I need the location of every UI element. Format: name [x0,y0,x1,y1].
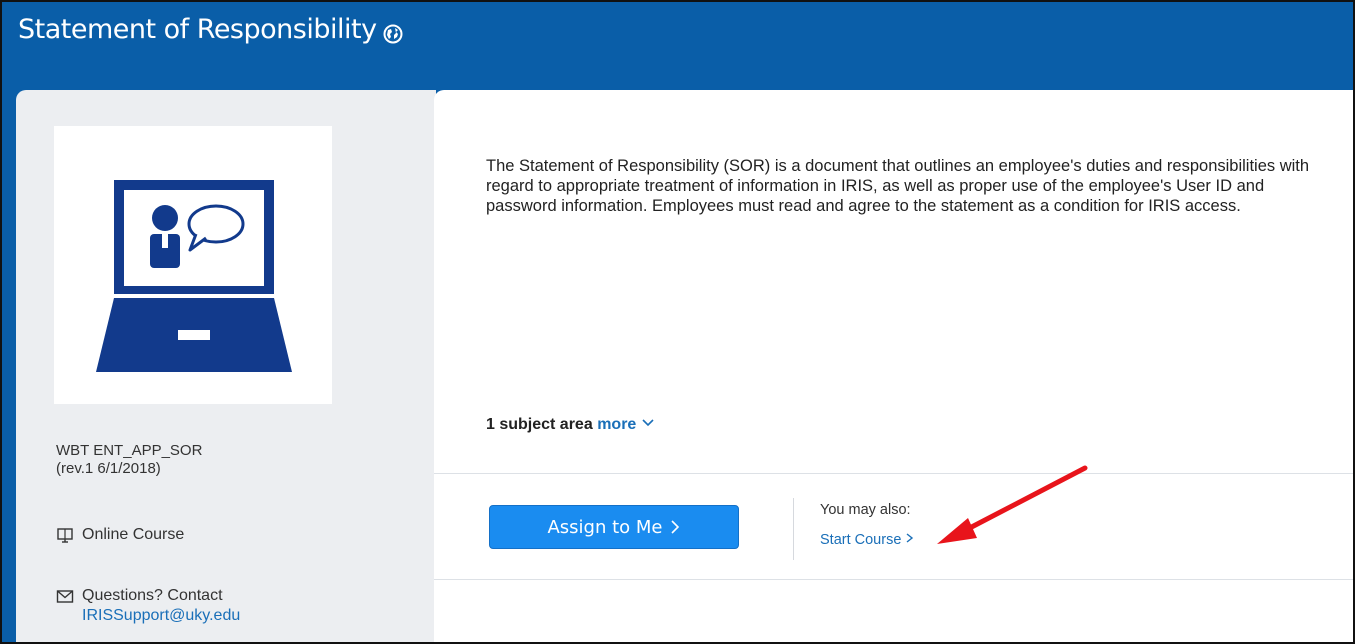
monitor-icon [56,527,74,545]
contact-label: Questions? Contact [82,587,223,604]
assign-to-me-button[interactable]: Assign to Me [489,505,739,549]
course-type-row: Online Course [56,526,184,545]
subject-area: 1 subject area more [486,416,655,434]
chevron-right-icon [907,533,914,543]
course-description: The Statement of Responsibility (SOR) is… [486,157,1310,215]
you-may-also-label: You may also: [820,502,911,518]
course-id-line1: WBT ENT_APP_SOR [56,442,203,459]
chevron-right-icon [670,520,679,534]
start-course-link[interactable]: Start Course [820,532,914,548]
contact-row: Questions? Contact IRISSupport@uky.edu [56,586,240,626]
laptop-chat-illustration [96,180,292,372]
divider [434,579,1353,580]
page-title-text: Statement of Responsibility [18,14,377,45]
more-link[interactable]: more [597,416,655,433]
globe-icon[interactable] [383,20,403,43]
chevron-down-icon [642,419,654,427]
course-id-line2: (rev.1 6/1/2018) [56,460,161,477]
page-frame: Statement of Responsibility WBT ENT_APP_… [0,0,1355,644]
assign-button-label: Assign to Me [547,516,663,538]
course-sidebar: WBT ENT_APP_SOR (rev.1 6/1/2018) Online … [16,90,436,642]
course-thumbnail [54,126,332,404]
course-type-label: Online Course [82,526,185,543]
start-course-label: Start Course [820,532,902,548]
more-label: more [597,416,637,433]
divider [434,473,1353,474]
page-header: Statement of Responsibility [2,2,1353,84]
course-id: WBT ENT_APP_SOR (rev.1 6/1/2018) [56,442,202,478]
vertical-divider [793,498,794,560]
course-details: The Statement of Responsibility (SOR) is… [434,90,1353,642]
envelope-icon [56,587,74,605]
contact-email-link[interactable]: IRISSupport@uky.edu [82,606,240,626]
page-title: Statement of Responsibility [18,14,403,45]
subject-area-count: 1 subject area [486,416,593,433]
